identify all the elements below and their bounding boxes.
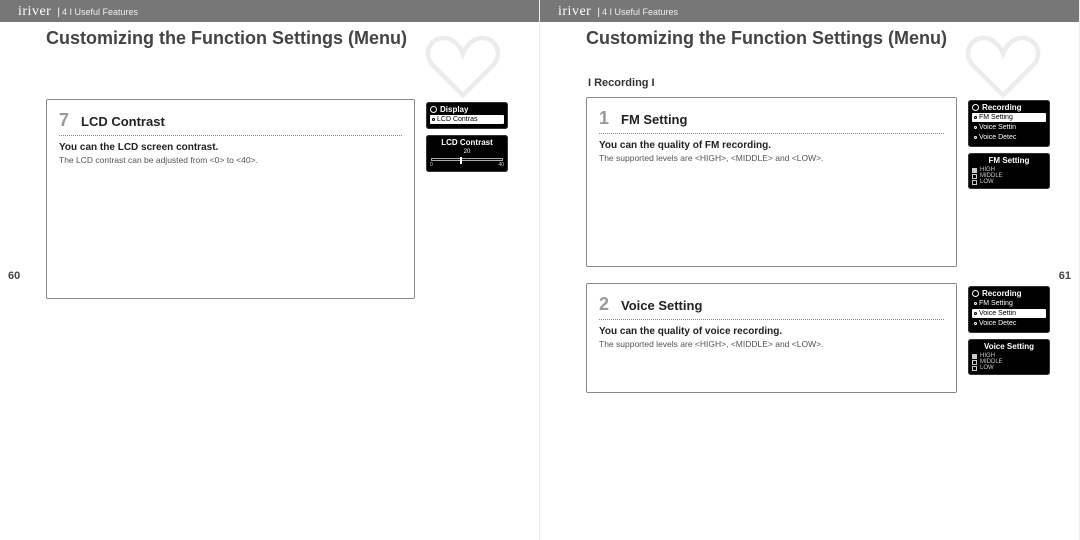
block-lead: You can the quality of voice recording. [599, 326, 944, 337]
device-lcd-slider: LCD Contrast 20 040 [426, 135, 508, 172]
block-lcd-contrast: 7 LCD Contrast You can the LCD screen co… [46, 99, 415, 299]
radio-icon [972, 354, 977, 359]
dot-icon [974, 116, 977, 119]
page-right: iriver | 4 I Useful Features Customizing… [540, 0, 1080, 540]
device-voice-options: Voice Setting HIGH MIDDLE LOW [968, 339, 1050, 375]
block-fm-setting: 1 FM Setting You can the quality of FM r… [586, 97, 957, 267]
block-lead: You can the LCD screen contrast. [59, 142, 402, 153]
gear-icon [972, 290, 979, 297]
gear-icon [972, 104, 979, 111]
block-title: LCD Contrast [81, 114, 165, 129]
radio-icon [972, 360, 977, 365]
page-left: iriver | 4 I Useful Features Customizing… [0, 0, 540, 540]
breadcrumb: 4 I Useful Features [602, 7, 678, 17]
radio-icon [972, 180, 977, 185]
brand: iriver [18, 4, 51, 20]
device-recording-menu: Recording FM Setting Voice Settin Voice … [968, 100, 1050, 147]
dot-icon [974, 302, 977, 305]
device-recording-menu: Recording FM Setting Voice Settin Voice … [968, 286, 1050, 333]
radio-icon [972, 168, 977, 173]
dot-icon [974, 322, 977, 325]
block-fine: The supported levels are <HIGH>, <MIDDLE… [599, 153, 944, 164]
brand: iriver [558, 4, 591, 20]
breadcrumb: 4 I Useful Features [62, 7, 138, 17]
radio-icon [972, 366, 977, 371]
block-title: FM Setting [621, 112, 687, 127]
page-title: Customizing the Function Settings (Menu) [0, 22, 539, 59]
radio-icon [972, 174, 977, 179]
block-voice-setting: 2 Voice Setting You can the quality of v… [586, 283, 957, 393]
dot-icon [974, 136, 977, 139]
block-title: Voice Setting [621, 298, 702, 313]
step-number: 1 [599, 108, 621, 129]
device-screens: Display LCD Contras LCD Contrast 20 040 [418, 102, 508, 172]
topbar: iriver | 4 I Useful Features [0, 0, 539, 22]
page-title: Customizing the Function Settings (Menu) [540, 22, 1079, 59]
block-lead: You can the quality of FM recording. [599, 140, 944, 151]
block-fine: The LCD contrast can be adjusted from <0… [59, 155, 402, 166]
device-display-menu: Display LCD Contras [426, 102, 508, 129]
dot-icon [974, 312, 977, 315]
block-fine: The supported levels are <HIGH>, <MIDDLE… [599, 339, 944, 350]
section-label: I Recording I [588, 77, 957, 89]
topbar: iriver | 4 I Useful Features [540, 0, 1079, 22]
gear-icon [430, 106, 437, 113]
dot-icon [432, 118, 435, 121]
slider [431, 158, 503, 161]
dot-icon [974, 126, 977, 129]
device-screens: Recording FM Setting Voice Settin Voice … [960, 286, 1050, 375]
step-number: 2 [599, 294, 621, 315]
device-screens: Recording FM Setting Voice Settin Voice … [960, 100, 1050, 189]
step-number: 7 [59, 110, 81, 131]
device-fm-options: FM Setting HIGH MIDDLE LOW [968, 153, 1050, 189]
